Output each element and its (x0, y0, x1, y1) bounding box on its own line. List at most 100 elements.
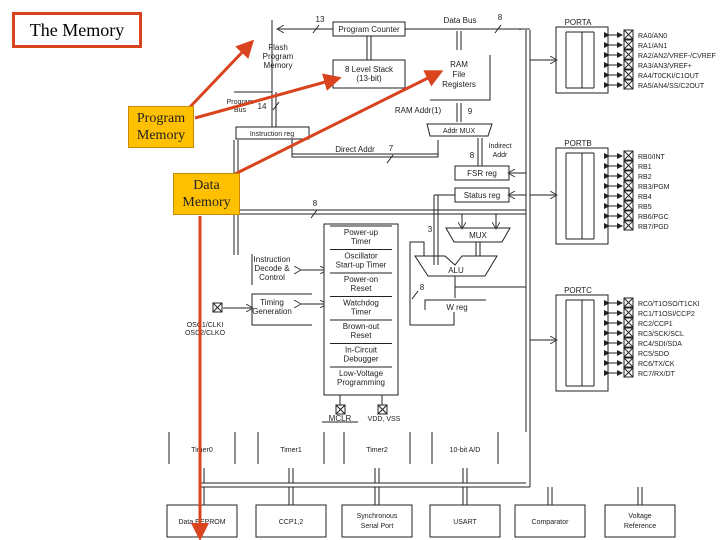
pc-width-label: 13 (316, 15, 325, 24)
program-memory-callout: Program Memory (128, 106, 194, 148)
pic-block-diagram: FlashProgramMemory Program Counter 13 8 Lev… (166, 13, 716, 540)
special-block-label-4: Reset (351, 331, 373, 340)
osc-pins-label: OSC1/CLKI (187, 322, 224, 329)
timing-generation-label: Timing (260, 298, 284, 307)
w-width-label: 8 (420, 283, 425, 292)
ram-file-registers-label: Registers (442, 80, 476, 89)
portb-pin-0: RB0/INT (638, 154, 666, 161)
peripheral-bottom-label-5: Reference (624, 523, 656, 530)
data-memory-callout: Data Memory (173, 173, 240, 215)
mclr-label: MCLR (329, 414, 352, 423)
peripheral-bottom-label-5: Voltage (628, 513, 651, 520)
special-block-label-6: Low-Voltage (339, 369, 384, 378)
peripheral-bottom-label-2: Synchronous (357, 513, 398, 520)
alu-label: ALU (448, 266, 464, 275)
w-feedback-wire (409, 241, 455, 326)
bus-width-tick (411, 290, 419, 300)
portc-pin-5: RC5/SDO (638, 351, 670, 358)
special-block-label-5: In-Circuit (345, 346, 378, 355)
special-block-label-1: Start-up Timer (336, 261, 387, 270)
portb-pin-5: RB5 (638, 204, 652, 211)
vdd-vss-label: VDD, VSS (368, 416, 401, 423)
special-block-label-4: Brown-out (343, 322, 380, 331)
porta-pin-2: RA2/AN2/VREF-/CVREF (638, 53, 716, 60)
mux-label: MUX (469, 231, 487, 240)
peripheral-bottom-label-3: USART (453, 519, 477, 526)
peripheral-block-5 (604, 504, 676, 538)
special-block-label-3: Timer (351, 308, 371, 317)
portc-pin-2: RC2/CCP1 (638, 321, 673, 328)
instruction-reg-label: Instruction reg (250, 131, 294, 138)
data-bus-label: Data Bus (444, 16, 477, 25)
portb-pin-3: RB3/PGM (638, 184, 670, 191)
direct-addr-width-label: 7 (389, 144, 394, 153)
portc-pin-0: RC0/T1OSO/T1CKI (638, 301, 700, 308)
peripheral-timer2: Timer2 (366, 447, 388, 454)
flash-program-memory-label: Program (263, 52, 294, 61)
ram-file-registers-label: RAM (450, 60, 468, 69)
stack-label: 8 Level Stack (345, 65, 394, 74)
portb-pin-6: RB6/PGC (638, 214, 669, 221)
fsr-reg-label: FSR reg (467, 169, 497, 178)
data-memory-callout-text: Data Memory (182, 178, 231, 210)
peripheral-bottom-label-1: CCP1,2 (279, 519, 304, 526)
timing-generation-label: Generation (252, 307, 292, 316)
special-block-label-5: Debugger (343, 355, 378, 364)
program-bus-width-label: 14 (258, 102, 267, 111)
peripheral-10-bit-a-d: 10-bit A/D (450, 447, 481, 454)
special-block-label-2: Power-on (344, 275, 378, 284)
portb-label: PORTB (564, 139, 591, 148)
ram-addr-width-label: 9 (468, 107, 473, 116)
addr-mux-label: Addr MUX (443, 128, 476, 135)
portb-pin-4: RB4 (638, 194, 652, 201)
peripheral-timer1: Timer1 (280, 447, 302, 454)
portc-pin-1: RC1/T1OSI/CCP2 (638, 311, 695, 318)
stack-label: (13-bit) (356, 74, 382, 83)
peripheral-timer0: Timer0 (191, 447, 213, 454)
portb-pin-1: RB1 (638, 164, 652, 171)
program-memory-arrow-flash (188, 39, 255, 109)
portb-pin-2: RB2 (638, 174, 652, 181)
special-block-label-3: Watchdog (343, 299, 379, 308)
portc-pin-7: RC7/RX/DT (638, 371, 676, 378)
portb-pin-7: RB7/PGD (638, 224, 669, 231)
ram-file-registers-label: File (453, 70, 466, 79)
portc-pin-4: RC4/SDI/SDA (638, 341, 682, 348)
flash-program-memory-label: Memory (264, 61, 293, 70)
portc-pin-6: RC6/TX/CK (638, 361, 675, 368)
instruction-decode-label: Decode & (254, 264, 290, 273)
osc-pins-label: OSC2/CLKO (185, 330, 226, 337)
peripheral-bottom-label-4: Comparator (532, 519, 570, 526)
direct-addr-label: Direct Addr (335, 145, 375, 154)
special-block-label-6: Programming (337, 378, 385, 387)
porta-label: PORTA (565, 18, 592, 27)
bus8-width-label: 8 (313, 199, 318, 208)
indirect-addr-label: Indirect (489, 143, 512, 150)
instruction-decode-label: Instruction (254, 255, 291, 264)
peripheral-bottom-label-0: Data EEPROM (178, 519, 225, 526)
peripheral-block-2 (341, 504, 413, 538)
porta-pin-1: RA1/AN1 (638, 43, 667, 50)
peripheral-bottom-label-2: Serial Port (361, 523, 394, 530)
ram-addr-label: RAM Addr(1) (395, 106, 442, 115)
status-reg-label: Status reg (464, 191, 500, 200)
indirect-addr-label: Addr (493, 152, 508, 159)
portc-label: PORTC (564, 286, 592, 295)
w-reg-label: W reg (446, 303, 467, 312)
porta-pin-5: RA5/AN4/SS/C2OUT (638, 83, 705, 90)
program-counter-label: Program Counter (338, 25, 400, 34)
flash-program-memory-label: Flash (268, 43, 288, 52)
special-block-label-1: Oscillator (344, 252, 378, 261)
porta-pin-4: RA4/T0CKI/C1OUT (638, 73, 700, 80)
program-memory-callout-text: Program Memory (136, 111, 186, 143)
special-block-label-0: Power-up (344, 228, 379, 237)
program-memory-arrow-stack (194, 73, 342, 120)
indirect-width-label: 8 (470, 151, 475, 160)
alu-status-width-label: 3 (428, 225, 433, 234)
special-block-label-2: Reset (351, 284, 373, 293)
data-bus-width-label: 8 (498, 13, 503, 22)
porta-pin-0: RA0/AN0 (638, 33, 667, 40)
portc-pin-3: RC3/SCK/SCL (638, 331, 684, 338)
special-block-label-0: Timer (351, 237, 371, 246)
bus-width-tick (386, 154, 394, 164)
